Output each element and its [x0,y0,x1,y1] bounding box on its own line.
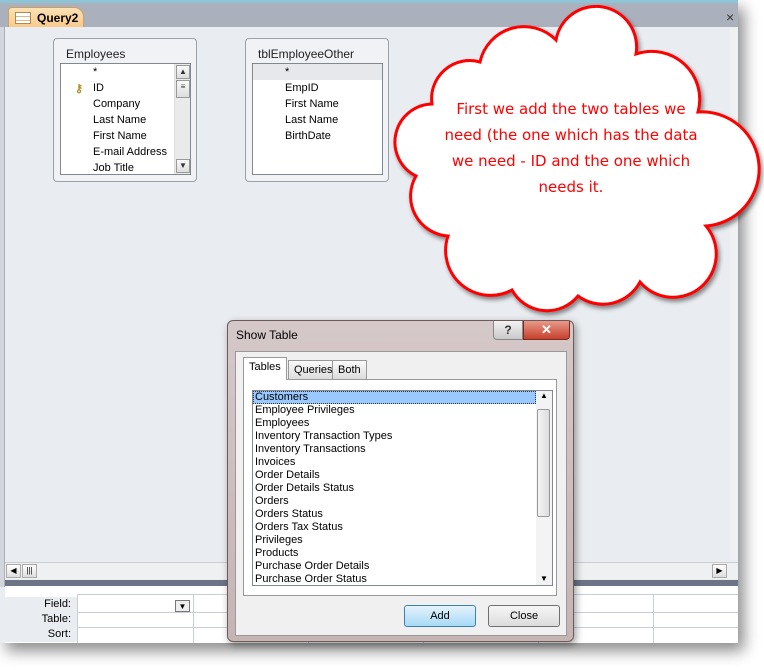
query-icon [15,12,31,24]
field-name: E-mail Address [93,146,167,158]
close-dialog-button[interactable]: ✕ [523,321,570,340]
field-item[interactable]: Last Name [253,112,382,128]
field-item[interactable]: * [61,64,190,80]
table-list-item[interactable]: Orders [253,495,536,508]
field-name: Job Title [93,162,134,174]
table-list-item[interactable]: Invoices [253,456,536,469]
field-item[interactable]: First Name [61,128,190,144]
primary-key-icon: ⚷ [75,83,84,95]
field-list-title: Employees [66,47,126,61]
table-list-item[interactable]: Inventory Transaction Types [253,430,536,443]
close-document-icon[interactable]: × [726,9,734,25]
list-scrollbar[interactable]: ▲ ▼ [536,391,552,585]
field-name: Last Name [285,114,339,126]
field-name: Company [93,98,141,110]
scroll-right-icon[interactable]: ▶ [712,564,727,578]
field-list-title: tblEmployeeOther [258,47,355,61]
tab-query2[interactable]: Query2 [8,7,84,27]
vertical-scrollbar[interactable]: ▲ ≡ ▼ [174,64,190,174]
add-button[interactable]: Add [404,605,476,627]
field-list-employees[interactable]: Employees * ⚷ ID Company Last Name First Name… [53,38,197,182]
table-list-item[interactable]: Products [253,547,536,560]
table-list-item[interactable]: Purchase Order Status [253,573,536,585]
table-list[interactable]: Customers Employee Privileges Employees Inv… [252,390,553,586]
field-item[interactable]: First Name [253,96,382,112]
scroll-thumb[interactable]: ||| [22,564,37,578]
field-item[interactable]: EmpID [253,80,382,96]
table-list-item[interactable]: Employees [253,417,536,430]
scroll-down-icon[interactable]: ▼ [176,159,190,173]
tab-label: Query2 [37,11,79,25]
row-label-field: Field: [5,597,77,612]
tables-tab-page: Customers Employee Privileges Employees Inv… [243,379,557,596]
scroll-down-icon[interactable]: ▼ [536,574,552,583]
field-name: BirthDate [285,130,331,142]
tab-tables[interactable]: Tables [243,357,287,380]
tab-both[interactable]: Both [332,360,367,379]
callout-text: First we add the two tables we need (the… [444,100,698,196]
scroll-up-icon[interactable]: ▲ [176,65,190,79]
scroll-thumb[interactable] [537,409,550,517]
dialog-title: Show Table [236,328,298,342]
design-vertical-scrollbar[interactable] [730,28,738,560]
field-dropdown-icon[interactable]: ▼ [175,600,190,612]
help-button[interactable]: ? [493,321,523,340]
left-edge [0,27,5,587]
row-label-sort: Sort: [5,627,77,642]
field-list-tblemployeeother[interactable]: tblEmployeeOther * EmpID First Name Last Na… [245,38,389,182]
row-label-table: Table: [5,612,77,627]
table-list-item[interactable]: Purchase Order Details [253,560,536,573]
scroll-left-icon[interactable]: ◀ [6,564,21,578]
field-name: * [93,66,98,78]
table-list-item[interactable]: Customers [253,391,536,404]
document-tab-bar: Query2 × [0,3,738,27]
scroll-thumb[interactable]: ≡ [176,80,190,98]
table-list-item[interactable]: Employee Privileges [253,404,536,417]
field-name: First Name [93,130,147,142]
field-name: First Name [285,98,339,110]
field-item[interactable]: Job Title [61,160,190,176]
field-name: ID [93,82,104,94]
field-item[interactable]: * [253,64,382,80]
field-item[interactable]: BirthDate [253,128,382,144]
tab-queries[interactable]: Queries [288,360,339,379]
field-name: EmpID [285,82,319,94]
table-list-item[interactable]: Order Details [253,469,536,482]
table-list-item[interactable]: Order Details Status [253,482,536,495]
table-list-item[interactable]: Orders Status [253,508,536,521]
table-list-item[interactable]: Privileges [253,534,536,547]
scroll-up-icon[interactable]: ▲ [536,391,552,400]
field-name: Last Name [93,114,147,126]
field-item[interactable]: Last Name [61,112,190,128]
table-list-item[interactable]: Orders Tax Status [253,521,536,534]
table-list-item[interactable]: Inventory Transactions [253,443,536,456]
field-item[interactable]: ⚷ ID [61,80,190,96]
close-button[interactable]: Close [488,605,560,627]
field-item[interactable]: Company [61,96,190,112]
field-name: * [285,66,290,78]
show-table-dialog: Show Table ? ✕ Tables Queries Both Custo… [227,320,574,642]
field-item[interactable]: E-mail Address [61,144,190,160]
